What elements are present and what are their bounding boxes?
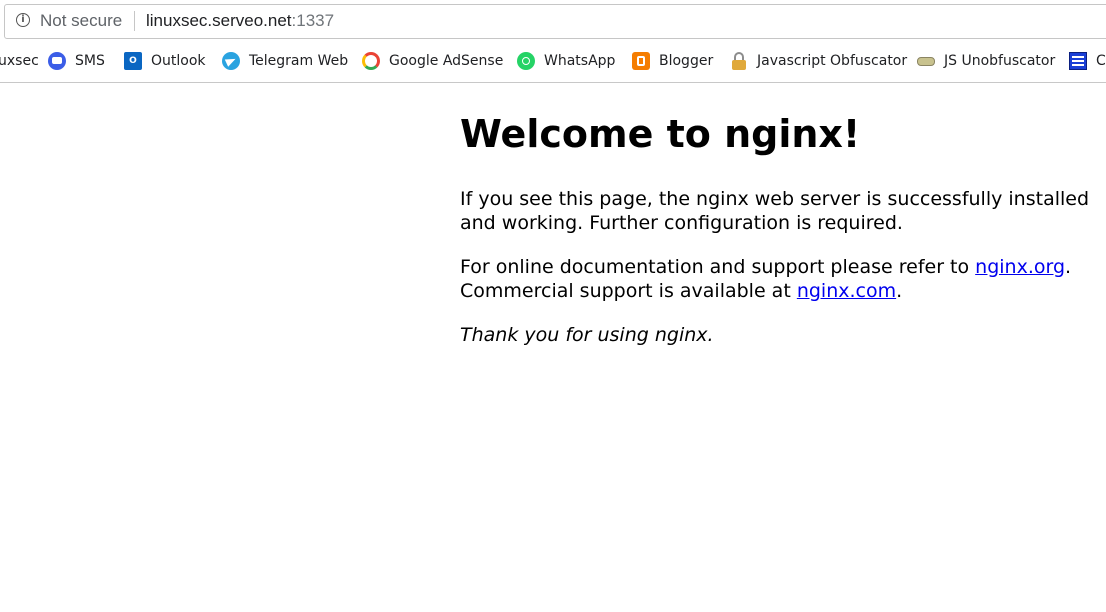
- nginx-com-link[interactable]: nginx.com: [797, 280, 896, 302]
- bookmark-telegram-web[interactable]: Telegram Web: [222, 44, 348, 78]
- bookmark-label: Javascript Obfuscator: [757, 53, 908, 69]
- nginx-org-link[interactable]: nginx.org: [975, 256, 1065, 278]
- bookmark-label: WhatsApp: [544, 53, 616, 69]
- support-text: For online documentation and support ple…: [460, 256, 976, 278]
- bookmark-label: C: [1096, 53, 1106, 69]
- whatsapp-icon: [517, 52, 535, 70]
- page-content: Welcome to nginx! If you see this page, …: [460, 108, 1100, 367]
- bookmark-label: Google AdSense: [389, 53, 504, 69]
- google-icon: [362, 52, 380, 70]
- url-port: :1337: [291, 11, 335, 30]
- tools-icon: [1069, 52, 1087, 70]
- url-text[interactable]: linuxsec.serveo.net:1337: [146, 11, 334, 31]
- bookmark-blogger[interactable]: Blogger: [632, 44, 713, 78]
- lock-icon: [730, 52, 748, 70]
- support-text-period: .: [1065, 256, 1072, 278]
- info-icon[interactable]: i: [16, 13, 30, 27]
- unobfuscator-icon: [917, 52, 935, 70]
- bookmark-javascript-obfuscator[interactable]: Javascript Obfuscator: [730, 44, 907, 78]
- url-host: linuxsec.serveo.net: [146, 11, 292, 30]
- bookmark-label: Outlook: [151, 53, 206, 69]
- bookmark-label: SMS: [75, 53, 105, 69]
- browser-chrome: i Not secure linuxsec.serveo.net:1337 ux…: [0, 0, 1106, 83]
- bookmark-sms[interactable]: SMS: [48, 44, 105, 78]
- outlook-icon: O: [124, 52, 142, 70]
- support-paragraph: For online documentation and support ple…: [460, 255, 1100, 303]
- page-title: Welcome to nginx!: [460, 112, 861, 156]
- intro-paragraph: If you see this page, the nginx web serv…: [460, 188, 1090, 234]
- bookmarks-bar: uxsec SMS O Outlook Telegram Web Google …: [0, 44, 1106, 78]
- bookmark-linuxsec[interactable]: uxsec: [0, 44, 39, 78]
- commercial-text-period: .: [896, 280, 903, 302]
- telegram-icon: [222, 52, 240, 70]
- commercial-text: Commercial support is available at: [460, 280, 797, 302]
- bookmark-outlook[interactable]: O Outlook: [124, 44, 206, 78]
- thanks-paragraph: Thank you for using nginx.: [460, 323, 1100, 347]
- security-label[interactable]: Not secure: [40, 11, 122, 31]
- address-separator: [134, 11, 135, 31]
- address-bar[interactable]: i Not secure linuxsec.serveo.net:1337: [4, 4, 1106, 39]
- bookmark-whatsapp[interactable]: WhatsApp: [517, 44, 615, 78]
- bookmark-js-unobfuscator[interactable]: JS Unobfuscator: [917, 44, 1055, 78]
- bookmark-label: uxsec: [0, 53, 39, 69]
- bookmark-google-adsense[interactable]: Google AdSense: [362, 44, 503, 78]
- bookmark-label: Blogger: [659, 53, 714, 69]
- sms-icon: [48, 52, 66, 70]
- bookmark-tools[interactable]: C: [1069, 44, 1106, 78]
- blogger-icon: [632, 52, 650, 70]
- bookmark-label: Telegram Web: [249, 53, 349, 69]
- thanks-text: Thank you for using nginx.: [460, 324, 714, 346]
- bookmark-label: JS Unobfuscator: [944, 53, 1056, 69]
